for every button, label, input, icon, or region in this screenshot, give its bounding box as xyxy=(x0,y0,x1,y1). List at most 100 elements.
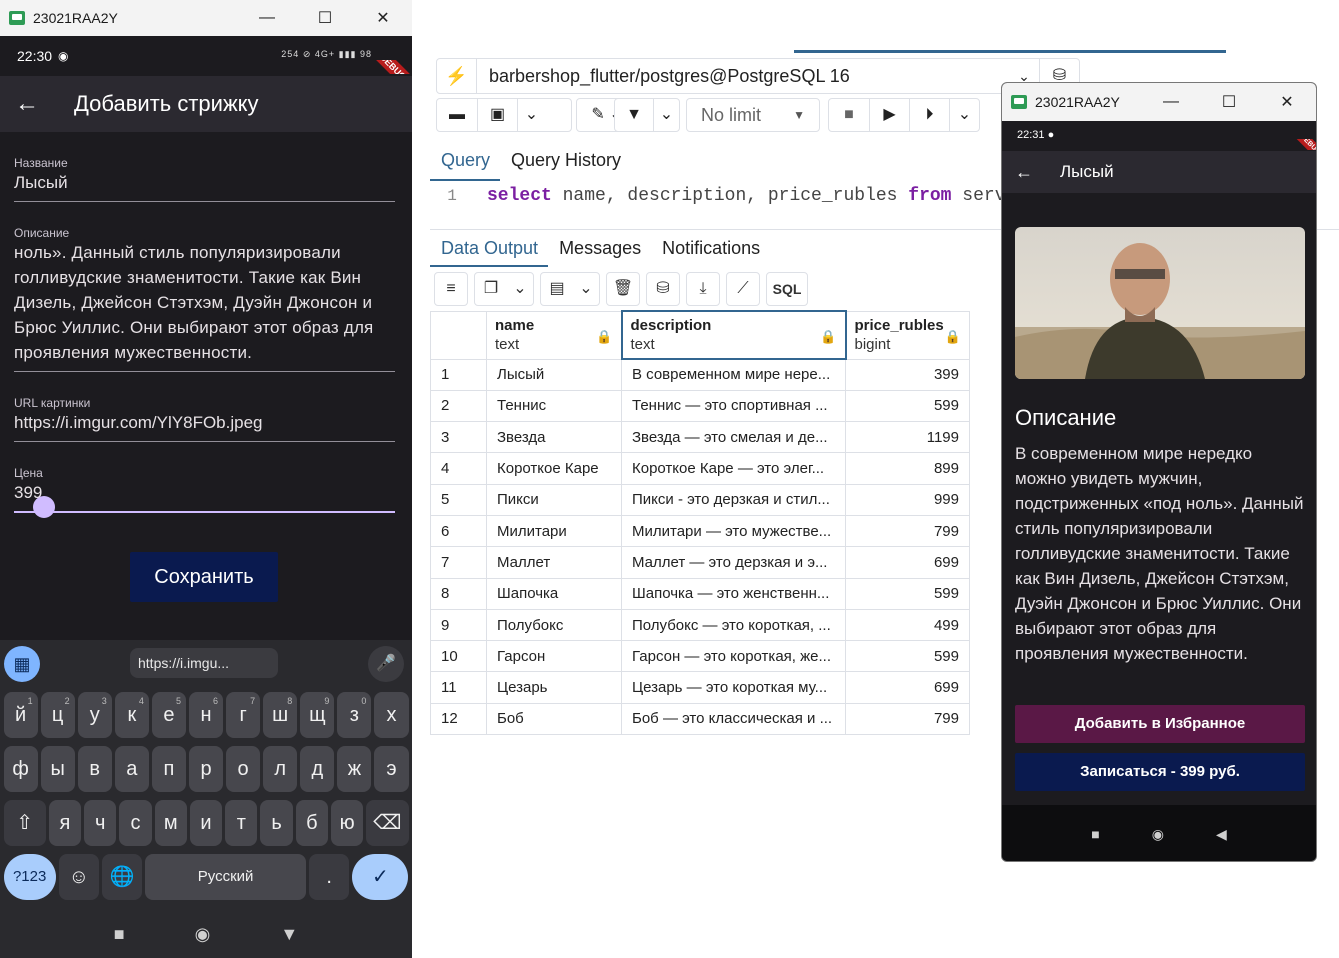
name-field[interactable]: Лысый xyxy=(14,170,395,202)
key-row3-1[interactable]: ч xyxy=(84,800,117,846)
close-button[interactable]: ✕ xyxy=(1258,92,1316,112)
delete-trash-icon[interactable]: 🗑 xyxy=(607,273,639,305)
key-row2-1[interactable]: ы xyxy=(40,746,75,792)
maximize-button[interactable]: ☐ xyxy=(1200,92,1258,112)
key-row2-3[interactable]: а xyxy=(114,746,149,792)
key-row2-9[interactable]: ж xyxy=(337,746,372,792)
execute-chevron-down-icon[interactable]: ⌄ xyxy=(949,99,979,131)
text-cursor-handle[interactable] xyxy=(33,496,55,518)
description-cell[interactable]: Полубокс — это короткая, ... xyxy=(621,608,846,642)
period-key[interactable]: . xyxy=(309,854,350,900)
key-row3-2[interactable]: с xyxy=(119,800,152,846)
home-icon[interactable]: ◉ xyxy=(195,924,211,945)
price-cell[interactable]: 499 xyxy=(845,608,970,642)
enter-check-icon[interactable]: ✓ xyxy=(352,854,409,900)
save-button[interactable]: Сохранить xyxy=(130,552,278,602)
tab-notifications[interactable]: Notifications xyxy=(651,234,770,267)
home-icon[interactable]: ◉ xyxy=(1152,826,1164,843)
description-cell[interactable]: Цезарь — это короткая му... xyxy=(621,671,846,704)
limit-chevron-down-icon[interactable]: ▼ xyxy=(793,108,805,122)
back-nav-icon[interactable]: ◀ xyxy=(1216,826,1227,843)
close-button[interactable]: ✕ xyxy=(354,8,412,28)
url-field[interactable]: https://i.imgur.com/YlY8FOb.jpeg xyxy=(14,410,395,442)
description-field[interactable]: ноль». Данный стиль популяризировали гол… xyxy=(14,240,395,372)
table-row[interactable]: 3 Звезда Звезда — это смелая и де... 1199 xyxy=(430,421,970,454)
table-row[interactable]: 5 Пикси Пикси - это дерзкая и стил... 999 xyxy=(430,483,970,516)
row-number-cell[interactable]: 1 xyxy=(430,358,487,391)
row-number-cell[interactable]: 8 xyxy=(430,577,487,610)
price-cell[interactable]: 599 xyxy=(845,640,970,673)
key-row2-5[interactable]: р xyxy=(188,746,224,792)
tab-data-output[interactable]: Data Output xyxy=(430,234,549,267)
minimize-button[interactable]: — xyxy=(238,9,296,27)
recents-icon[interactable]: ■ xyxy=(1091,826,1099,842)
key-row3-7[interactable]: б xyxy=(295,800,328,846)
price-cell[interactable]: 599 xyxy=(845,577,970,610)
key-7[interactable]: ш8 xyxy=(263,692,298,738)
name-cell[interactable]: Теннис xyxy=(486,389,622,423)
language-globe-icon[interactable]: 🌐 xyxy=(101,854,143,900)
table-row[interactable]: 11 Цезарь Цезарь — это короткая му... 699 xyxy=(430,671,970,704)
description-cell[interactable]: Шапочка — это женственн... xyxy=(621,577,846,610)
recents-icon[interactable]: ■ xyxy=(114,924,125,945)
key-0[interactable]: й1 xyxy=(3,692,38,738)
row-number-cell[interactable]: 2 xyxy=(430,389,487,423)
key-row2-10[interactable]: э xyxy=(374,746,409,792)
price-cell[interactable]: 799 xyxy=(845,702,970,736)
row-number-cell[interactable]: 12 xyxy=(430,702,487,736)
table-row[interactable]: 10 Гарсон Гарсон — это короткая, же... 599 xyxy=(430,640,970,673)
row-number-cell[interactable]: 11 xyxy=(430,671,487,704)
minimize-button[interactable]: — xyxy=(1142,93,1200,111)
key-10[interactable]: х xyxy=(374,692,409,738)
explain-icon[interactable]: ⏵ xyxy=(909,99,949,131)
row-number-cell[interactable]: 6 xyxy=(430,514,487,548)
description-cell[interactable]: Милитари — это мужестве... xyxy=(621,514,846,548)
back-nav-icon[interactable]: ▼ xyxy=(280,924,298,945)
shift-key-icon[interactable]: ⇧ xyxy=(3,800,46,846)
download-icon[interactable]: ⤓ xyxy=(687,273,719,305)
price-cell[interactable]: 899 xyxy=(845,452,970,485)
description-cell[interactable]: Гарсон — это короткая, же... xyxy=(621,640,846,673)
description-cell[interactable]: Короткое Каре — это элег... xyxy=(621,452,846,485)
key-row2-7[interactable]: л xyxy=(263,746,298,792)
row-number-cell[interactable]: 3 xyxy=(430,421,487,454)
backspace-key-icon[interactable]: ⌫ xyxy=(366,800,409,846)
table-row[interactable]: 1 Лысый В современном мире нере... 399 xyxy=(430,358,970,391)
paste-icon[interactable]: ▤ xyxy=(541,273,573,305)
price-cell[interactable]: 399 xyxy=(845,358,970,391)
description-cell[interactable]: Маллет — это дерзкая и э... xyxy=(621,546,846,579)
price-cell[interactable]: 799 xyxy=(845,514,970,548)
table-row[interactable]: 4 Короткое Каре Короткое Каре — это элег..… xyxy=(430,452,970,485)
key-row3-4[interactable]: и xyxy=(189,800,223,846)
back-arrow-icon[interactable]: ← xyxy=(1002,162,1046,183)
save-chevron-down-icon[interactable]: ⌄ xyxy=(517,99,545,131)
name-cell[interactable]: Пикси xyxy=(486,483,622,516)
price-cell[interactable]: 699 xyxy=(845,546,970,579)
key-row3-8[interactable]: ю xyxy=(330,800,364,846)
key-5[interactable]: н6 xyxy=(188,692,224,738)
key-row3-3[interactable]: м xyxy=(154,800,187,846)
key-row2-6[interactable]: о xyxy=(226,746,261,792)
table-row[interactable]: 2 Теннис Теннис — это спортивная ... 599 xyxy=(430,389,970,423)
copy-icon[interactable]: ❐ xyxy=(475,273,507,305)
symbols-key[interactable]: ?123 xyxy=(3,854,56,900)
add-to-favorites-button[interactable]: Добавить в Избранное xyxy=(1015,705,1305,743)
description-cell[interactable]: Звезда — это смелая и де... xyxy=(621,421,846,454)
key-3[interactable]: к4 xyxy=(114,692,149,738)
price-cell[interactable]: 599 xyxy=(845,389,970,423)
key-2[interactable]: у3 xyxy=(77,692,112,738)
microphone-icon[interactable]: 🎤 xyxy=(368,646,404,682)
description-cell[interactable]: Теннис — это спортивная ... xyxy=(621,389,846,423)
keyboard-apps-icon[interactable]: ▦ xyxy=(4,646,40,682)
key-row3-6[interactable]: ь xyxy=(260,800,293,846)
name-cell[interactable]: Цезарь xyxy=(486,671,622,704)
emoji-key-icon[interactable]: ☺ xyxy=(58,854,99,900)
description-cell[interactable]: Боб — это классическая и ... xyxy=(621,702,846,736)
add-row-icon[interactable]: ≡ xyxy=(435,273,467,305)
sql-query-text[interactable]: select name, description, price_rubles f… xyxy=(487,180,1006,212)
row-number-cell[interactable]: 10 xyxy=(430,640,487,673)
key-row2-2[interactable]: в xyxy=(77,746,112,792)
execute-play-icon[interactable]: ▶ xyxy=(869,99,909,131)
book-appointment-button[interactable]: Записаться - 399 руб. xyxy=(1015,753,1305,791)
back-arrow-icon[interactable]: ← xyxy=(0,90,54,118)
